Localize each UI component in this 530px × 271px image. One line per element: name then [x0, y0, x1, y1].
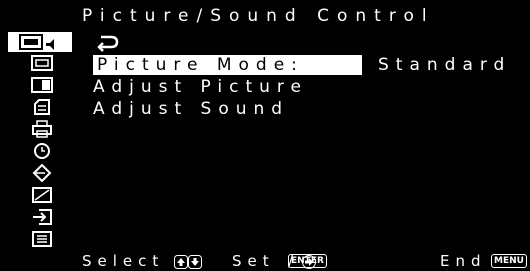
menu-item-adjust-picture[interactable]: Adjust Picture	[93, 77, 308, 97]
pip-icon	[30, 77, 53, 93]
setup-icon	[33, 99, 50, 115]
title-bar: Picture/Sound Control	[0, 0, 530, 30]
picture-sound-icon	[19, 34, 54, 50]
menu-item-adjust-sound[interactable]: Adjust Sound	[93, 99, 289, 119]
screen-icon	[30, 55, 53, 71]
select-label: Select	[82, 252, 165, 270]
up-down-keys	[174, 252, 202, 270]
down-arrow-key-icon	[188, 254, 202, 269]
menu-key: MENU	[491, 254, 527, 268]
input-output-icon	[32, 164, 51, 182]
page-title: Picture/Sound Control	[82, 6, 435, 26]
printer-icon	[31, 120, 52, 138]
sidebar-item-timer[interactable]	[28, 142, 55, 160]
adjust-icon	[31, 187, 52, 203]
footer-hints: Select Set ENTER / End MENU	[0, 250, 530, 271]
set-keys: ENTER /	[288, 252, 327, 270]
sidebar	[0, 30, 82, 248]
end-label: End	[440, 252, 487, 270]
back-button[interactable]	[93, 33, 123, 53]
select-hint: Select	[82, 252, 164, 270]
enter-key: ENTER	[288, 254, 327, 268]
sidebar-item-screen[interactable]	[28, 54, 55, 72]
sidebar-item-setup[interactable]	[28, 98, 55, 116]
sidebar-item-input-output[interactable]	[28, 164, 55, 182]
sidebar-item-menu-list[interactable]	[28, 230, 55, 248]
menu-list-icon	[31, 231, 52, 247]
menu-item-picture-mode[interactable]: Picture Mode:	[93, 55, 362, 75]
sidebar-item-picture-sound[interactable]	[8, 32, 72, 52]
sidebar-item-printer[interactable]	[28, 120, 55, 138]
return-arrow-icon	[97, 35, 119, 52]
sidebar-item-adjust[interactable]	[28, 186, 55, 204]
sidebar-item-input-select[interactable]	[28, 208, 55, 226]
picture-mode-value: Standard	[378, 55, 512, 75]
input-select-icon	[32, 209, 52, 225]
timer-icon	[33, 143, 50, 159]
set-label: Set	[232, 252, 275, 270]
sidebar-item-pip[interactable]	[28, 76, 55, 94]
up-arrow-key-icon	[174, 254, 188, 269]
